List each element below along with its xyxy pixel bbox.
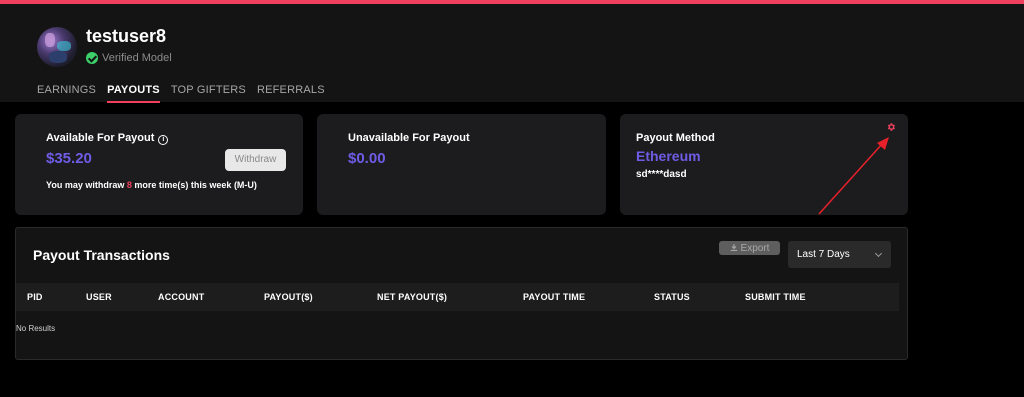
withdraw-button[interactable]: Withdraw	[225, 149, 286, 171]
unavailable-payout-card: Unavailable For Payout $0.00	[317, 114, 606, 215]
withdraw-remaining-count: 8	[126, 180, 132, 190]
column-header-status[interactable]: STATUS	[654, 292, 690, 302]
transactions-title: Payout Transactions	[33, 247, 170, 263]
available-payout-card: Available For Payout i $35.20 Withdraw Yo…	[15, 114, 303, 215]
date-range-select[interactable]: Last 7 Days	[788, 241, 891, 268]
export-label: Export	[740, 242, 770, 254]
avatar[interactable]	[37, 27, 77, 67]
available-payout-heading: Available For Payout i	[46, 132, 169, 145]
payout-account: sd****dasd	[636, 169, 687, 180]
gear-icon[interactable]	[886, 122, 896, 132]
username: testuser8	[86, 26, 167, 46]
unavailable-amount: $0.00	[348, 150, 386, 167]
available-payout-label: Available For Payout	[46, 132, 155, 144]
column-header-payout[interactable]: PAYOUT($)	[264, 292, 313, 302]
empty-state-text: No Results	[16, 324, 56, 333]
tab-referrals[interactable]: REFERRALS	[257, 84, 325, 103]
check-circle-icon	[86, 52, 98, 64]
profile-header: testuser8 Verified Model EARNINGS PAYOUT…	[0, 4, 1024, 103]
chevron-down-icon	[874, 249, 883, 258]
column-header-pid[interactable]: PID	[27, 292, 43, 302]
tab-bar: EARNINGS PAYOUTS TOP GIFTERS REFERRALS	[37, 84, 336, 103]
column-header-account[interactable]: ACCOUNT	[158, 292, 204, 302]
column-header-net-payout[interactable]: NET PAYOUT($)	[377, 292, 447, 302]
payout-transactions-panel: Payout Transactions Export Last 7 Days P…	[15, 227, 908, 360]
available-amount: $35.20	[46, 150, 92, 167]
withdraw-note-prefix: You may withdraw	[46, 180, 125, 190]
tab-earnings[interactable]: EARNINGS	[37, 84, 96, 103]
payout-method-card: Payout Method Ethereum sd****dasd	[620, 114, 908, 215]
verified-badge: Verified Model	[86, 52, 172, 64]
export-button[interactable]: Export	[719, 241, 780, 255]
withdraw-limit-note: You may withdraw 8 more time(s) this wee…	[46, 180, 257, 190]
payout-method-name: Ethereum	[636, 148, 701, 164]
tab-top-gifters[interactable]: TOP GIFTERS	[171, 84, 246, 103]
column-header-user[interactable]: USER	[86, 292, 112, 302]
verified-status-text: Verified Model	[102, 52, 172, 64]
column-header-payout-time[interactable]: PAYOUT TIME	[523, 292, 585, 302]
download-icon	[730, 244, 737, 251]
withdraw-note-suffix: more time(s) this week (M-U)	[134, 180, 257, 190]
date-range-value: Last 7 Days	[797, 249, 850, 260]
table-header: PID USER ACCOUNT PAYOUT($) NET PAYOUT($)…	[16, 283, 899, 311]
unavailable-payout-label: Unavailable For Payout	[348, 132, 470, 144]
info-icon[interactable]: i	[158, 135, 169, 145]
column-header-submit-time[interactable]: SUBMIT TIME	[745, 292, 806, 302]
tab-payouts[interactable]: PAYOUTS	[107, 84, 160, 103]
payout-method-label: Payout Method	[636, 132, 715, 144]
